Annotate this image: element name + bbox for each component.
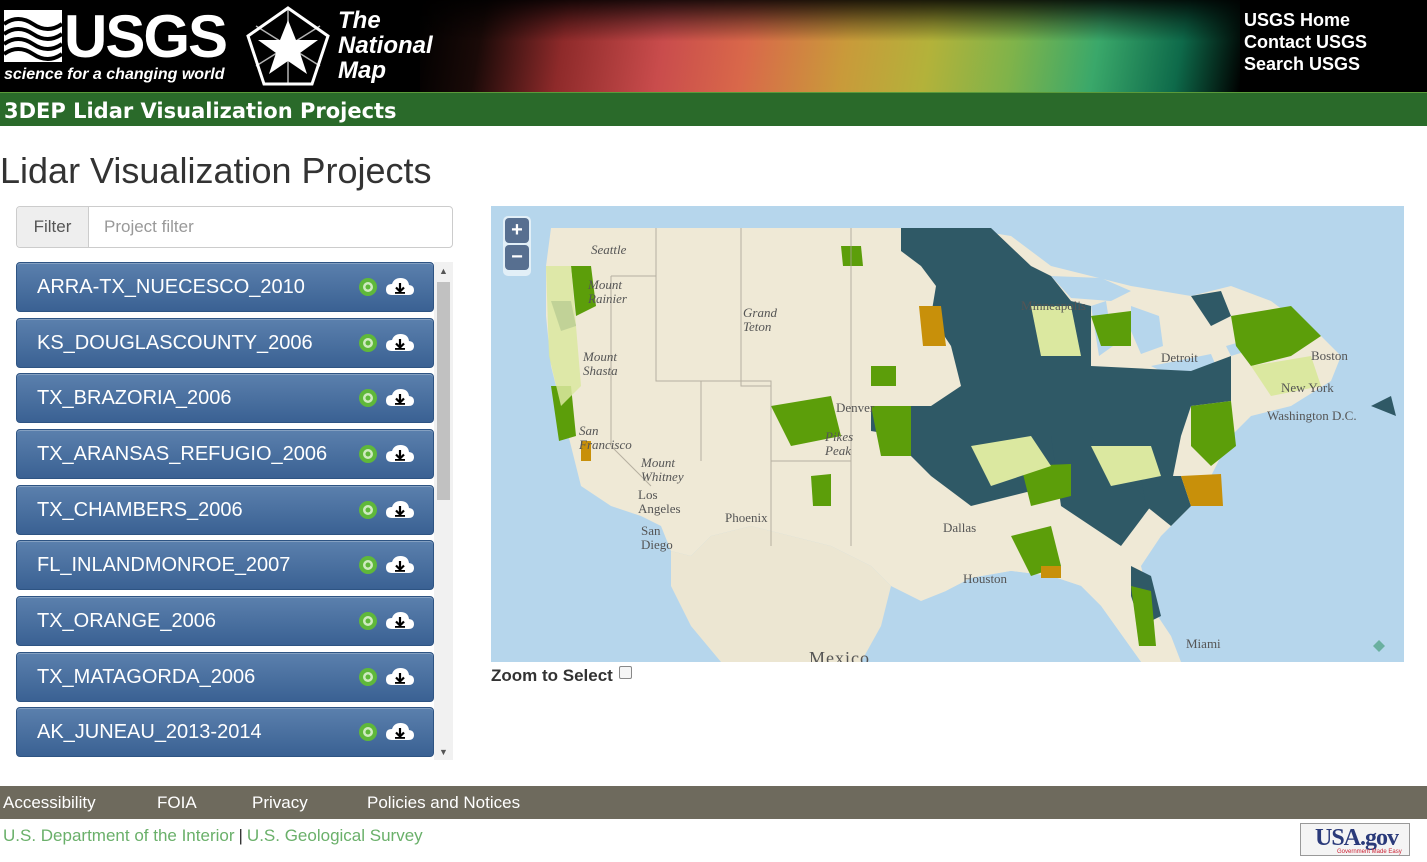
map-label: Mount Shasta — [583, 349, 618, 378]
accessibility-link[interactable]: Accessibility — [3, 793, 96, 813]
doi-link[interactable]: U.S. Department of the Interior — [3, 826, 235, 845]
map-label: Pikes Peak — [825, 429, 854, 458]
scroll-up-arrow-icon[interactable]: ▲ — [434, 262, 453, 279]
map-label: Mount Whitney — [641, 455, 684, 484]
usgs-tagline: science for a changing world — [4, 66, 225, 83]
zoom-to-select-checkbox[interactable] — [618, 665, 632, 679]
project-filter: Filter — [16, 206, 453, 248]
map-label: Grand Teton — [743, 305, 777, 334]
map-label: Mexico — [809, 648, 870, 662]
project-item[interactable]: KS_DOUGLASCOUNTY_2006 — [16, 318, 434, 368]
zoom-to-icon[interactable] — [358, 388, 378, 408]
map-label: Detroit — [1161, 350, 1198, 365]
page-title: Lidar Visualization Projects — [0, 150, 432, 191]
project-name: AK_JUNEAU_2013-2014 — [37, 720, 262, 743]
foia-link[interactable]: FOIA — [157, 793, 197, 813]
map-label: San Francisco — [579, 423, 632, 452]
zoom-to-select: Zoom to Select — [491, 665, 632, 686]
map-label: Dallas — [943, 520, 977, 535]
cloud-download-icon[interactable] — [385, 444, 415, 464]
project-name: TX_ORANGE_2006 — [37, 609, 216, 632]
project-item[interactable]: TX_BRAZORIA_2006 — [16, 373, 434, 423]
coverage-map[interactable]: Seattle Mount Rainier Minneapolis Grand … — [491, 206, 1404, 662]
cloud-download-icon[interactable] — [385, 388, 415, 408]
cloud-download-icon[interactable] — [385, 555, 415, 575]
project-name: KS_DOUGLASCOUNTY_2006 — [37, 331, 313, 354]
app-title: 3DEP Lidar Visualization Projects — [4, 99, 397, 123]
policies-link[interactable]: Policies and Notices — [367, 793, 520, 813]
national-map-logo[interactable]: The National Map — [246, 6, 436, 86]
project-name: TX_ARANSAS_REFUGIO_2006 — [37, 442, 328, 465]
project-item[interactable]: AK_JUNEAU_2013-2014 — [16, 707, 434, 757]
project-filter-input[interactable] — [89, 207, 452, 247]
map-label: Boston — [1311, 348, 1348, 363]
map-label: Minneapolis — [1021, 298, 1086, 313]
map-label: Seattle — [591, 242, 627, 257]
site-header: USGS science for a changing world The Na… — [0, 0, 1427, 92]
project-name: TX_CHAMBERS_2006 — [37, 498, 243, 521]
cloud-download-icon[interactable] — [385, 611, 415, 631]
map-zoom-control: + − — [503, 216, 531, 276]
zoom-to-icon[interactable] — [358, 667, 378, 687]
project-item[interactable]: TX_MATAGORDA_2006 — [16, 652, 434, 702]
footer-links-bar: Accessibility FOIA Privacy Policies and … — [0, 786, 1427, 819]
usgs-home-link[interactable]: USGS Home — [1244, 9, 1427, 31]
map-label: New York — [1281, 380, 1334, 395]
zoom-to-select-label: Zoom to Select — [491, 666, 613, 685]
project-name: TX_MATAGORDA_2006 — [37, 665, 256, 688]
zoom-to-icon[interactable] — [358, 500, 378, 520]
project-name: TX_BRAZORIA_2006 — [37, 386, 232, 409]
cloud-download-icon[interactable] — [385, 277, 415, 297]
footer-agency: U.S. Department of the Interior | U.S. Geo… — [3, 826, 423, 845]
cloud-download-icon[interactable] — [385, 500, 415, 520]
lidar-banner-image — [420, 0, 1240, 92]
map-label: Miami — [1186, 636, 1221, 651]
map-label: Washington D.C. — [1267, 408, 1357, 423]
privacy-link[interactable]: Privacy — [252, 793, 308, 813]
usgs-wordmark: USGS — [64, 3, 228, 70]
cloud-download-icon[interactable] — [385, 333, 415, 353]
zoom-to-icon[interactable] — [358, 277, 378, 297]
filter-label: Filter — [17, 207, 89, 247]
project-list-scrollbar[interactable]: ▲ ▼ — [434, 262, 453, 760]
project-item[interactable]: ARRA-TX_NUECESCO_2010 — [16, 262, 434, 312]
project-list: ARRA-TX_NUECESCO_2010 KS_DOUGLASCOUNTY_2… — [16, 262, 434, 760]
project-name: FL_INLANDMONROE_2007 — [37, 553, 291, 576]
zoom-to-icon[interactable] — [358, 444, 378, 464]
zoom-to-icon[interactable] — [358, 333, 378, 353]
cloud-download-icon[interactable] — [385, 667, 415, 687]
map-place-labels: Seattle Mount Rainier Minneapolis Grand … — [491, 206, 1404, 662]
usgs-waves-icon — [4, 10, 62, 62]
zoom-in-button[interactable]: + — [505, 218, 529, 243]
project-item[interactable]: TX_ARANSAS_REFUGIO_2006 — [16, 429, 434, 479]
project-item[interactable]: FL_INLANDMONROE_2007 — [16, 540, 434, 590]
cloud-download-icon[interactable] — [385, 722, 415, 742]
header-links: USGS Home Contact USGS Search USGS — [1240, 0, 1427, 92]
zoom-to-icon[interactable] — [358, 722, 378, 742]
map-label: Denver — [836, 400, 875, 415]
usgs-logo[interactable]: USGS science for a changing world — [2, 3, 228, 86]
app-title-bar: 3DEP Lidar Visualization Projects — [0, 92, 1427, 126]
map-label: Los Angeles — [638, 487, 681, 516]
scroll-thumb[interactable] — [437, 282, 450, 500]
scroll-down-arrow-icon[interactable]: ▼ — [434, 743, 453, 760]
project-name: ARRA-TX_NUECESCO_2010 — [37, 275, 305, 298]
map-label: San Diego — [641, 523, 673, 552]
national-map-text: The National Map — [338, 7, 433, 84]
map-label: Mount Rainier — [588, 277, 627, 306]
zoom-to-icon[interactable] — [358, 611, 378, 631]
usa-gov-logo[interactable]: USA.gov Government Made Easy — [1300, 823, 1410, 856]
contact-usgs-link[interactable]: Contact USGS — [1244, 31, 1427, 53]
zoom-to-icon[interactable] — [358, 555, 378, 575]
search-usgs-link[interactable]: Search USGS — [1244, 53, 1427, 75]
map-label: Phoenix — [725, 510, 768, 525]
usgs-link[interactable]: U.S. Geological Survey — [247, 826, 423, 845]
map-marker-icon — [1373, 640, 1385, 652]
project-item[interactable]: TX_CHAMBERS_2006 — [16, 485, 434, 535]
map-label: Houston — [963, 571, 1008, 586]
project-item[interactable]: TX_ORANGE_2006 — [16, 596, 434, 646]
zoom-out-button[interactable]: − — [505, 245, 529, 270]
national-map-star-icon — [246, 6, 330, 86]
